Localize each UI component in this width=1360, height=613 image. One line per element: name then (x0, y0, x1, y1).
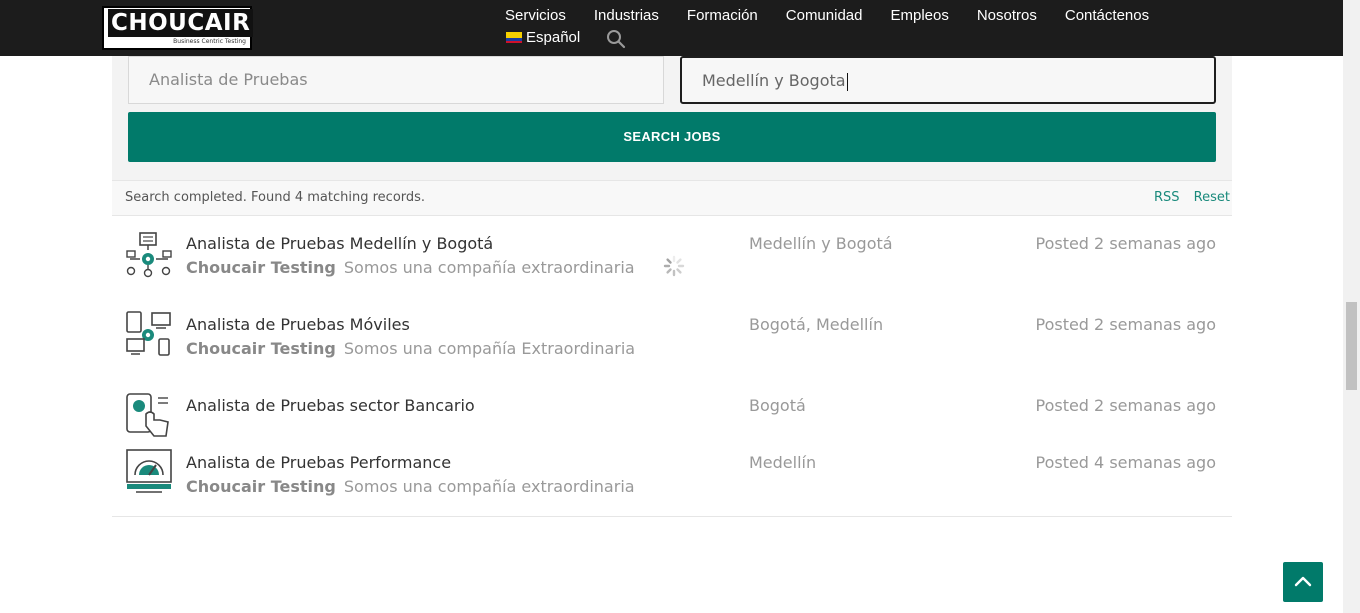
search-jobs-button[interactable]: SEARCH JOBS (128, 112, 1216, 162)
job-listing[interactable]: Analista de Pruebas Móviles Choucair Tes… (112, 311, 1232, 391)
company-name: Choucair Testing (186, 258, 336, 277)
keywords-input[interactable]: Analista de Pruebas (128, 56, 664, 104)
back-to-top-button[interactable] (1283, 562, 1323, 602)
nav-item-comunidad[interactable]: Comunidad (786, 6, 863, 26)
rss-link[interactable]: RSS (1154, 190, 1180, 205)
nav-item-empleos[interactable]: Empleos (890, 6, 948, 26)
reset-link[interactable]: Reset (1194, 190, 1230, 205)
speedometer-icon (126, 449, 172, 493)
job-posted-date: Posted 2 semanas ago (1035, 396, 1216, 415)
nav-item-contactenos[interactable]: Contáctenos (1065, 6, 1149, 26)
job-posted-date: Posted 4 semanas ago (1035, 453, 1216, 472)
job-location: Medellín y Bogotá (749, 234, 893, 253)
job-posted-date: Posted 2 semanas ago (1035, 234, 1216, 253)
job-location: Medellín (749, 453, 817, 472)
logo-tagline: Business Centric Testing (173, 38, 246, 45)
keywords-value: Analista de Pruebas (149, 70, 308, 89)
site-header: CHOUCAIR Business Centric Testing Servic… (0, 0, 1343, 56)
company-name: Choucair Testing (186, 339, 336, 358)
language-selector[interactable]: Español (506, 29, 580, 46)
nav-item-servicios[interactable]: Servicios (505, 6, 566, 26)
company-tagline: Somos una compañía extraordinaria (343, 477, 635, 496)
logo-wordmark: CHOUCAIR (108, 9, 254, 37)
job-company: Choucair Testing Somos una compañía Extra… (186, 339, 635, 358)
job-title[interactable]: Analista de Pruebas Móviles (186, 315, 410, 334)
job-title[interactable]: Analista de Pruebas sector Bancario (186, 396, 475, 415)
job-company: Choucair Testing Somos una compañía extra… (186, 258, 635, 277)
location-value: Medellín y Bogota (702, 71, 846, 90)
company-name: Choucair Testing (186, 477, 336, 496)
scrollbar-thumb[interactable] (1346, 302, 1357, 390)
colombia-flag-icon (506, 32, 522, 43)
choucair-logo[interactable]: CHOUCAIR Business Centric Testing (102, 6, 254, 50)
job-title[interactable]: Analista de Pruebas Medellín y Bogotá (186, 234, 493, 253)
job-posted-date: Posted 2 semanas ago (1035, 315, 1216, 334)
job-listing[interactable]: Analista de Pruebas sector Bancario Bogo… (112, 392, 1232, 444)
search-status-message: Search completed. Found 4 matching recor… (125, 190, 426, 205)
main-nav: Servicios Industrias Formación Comunidad… (505, 6, 1177, 26)
status-links: RSS Reset (1144, 190, 1230, 205)
job-location: Bogotá, Medellín (749, 315, 884, 334)
loading-spinner-icon (663, 255, 685, 277)
language-label: Español (526, 29, 581, 46)
text-caret (846, 72, 848, 91)
touch-banking-icon (126, 393, 169, 437)
job-title[interactable]: Analista de Pruebas Performance (186, 453, 451, 472)
location-input[interactable]: Medellín y Bogota (680, 56, 1216, 104)
search-icon[interactable] (606, 29, 626, 49)
nav-item-industrias[interactable]: Industrias (594, 6, 659, 26)
process-gear-icon (126, 232, 172, 278)
chevron-up-icon (1294, 576, 1312, 587)
search-status-bar: Search completed. Found 4 matching recor… (112, 180, 1232, 216)
company-tagline: Somos una compañía extraordinaria (343, 258, 635, 277)
job-location: Bogotá (749, 396, 806, 415)
nav-item-formacion[interactable]: Formación (687, 6, 758, 26)
company-tagline: Somos una compañía Extraordinaria (343, 339, 636, 358)
list-divider (112, 516, 1232, 517)
job-listing[interactable]: Analista de Pruebas Performance Choucair… (112, 449, 1232, 515)
devices-gear-icon (126, 311, 171, 356)
job-company: Choucair Testing Somos una compañía extra… (186, 477, 635, 496)
nav-item-nosotros[interactable]: Nosotros (977, 6, 1037, 26)
